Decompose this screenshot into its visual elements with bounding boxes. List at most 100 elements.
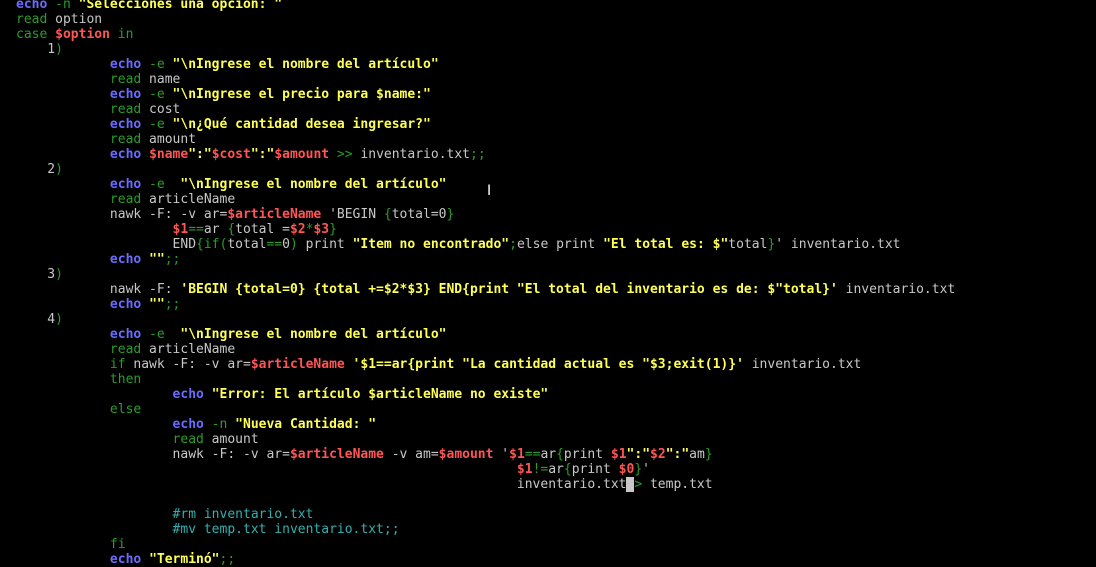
code-token: -e <box>141 117 173 132</box>
code-token: } <box>704 447 713 462</box>
code-token: #rm inventario.txt <box>172 507 314 522</box>
code-line[interactable]: $1!=ar{print $0}' <box>16 462 955 477</box>
code-editor[interactable]: echo -n "Selecciones una opción: " read o… <box>16 0 955 567</box>
code-token: ar <box>548 462 564 477</box>
code-token: read <box>109 342 142 357</box>
code-token: print <box>297 237 353 252</box>
code-line[interactable]: read cost <box>16 102 955 117</box>
code-token: if <box>203 237 220 252</box>
code-line[interactable]: nawk -F: -v ar=$articleName -v am=$amoun… <box>16 447 955 462</box>
code-token: $3 <box>313 222 330 237</box>
code-line[interactable]: 2) <box>16 162 955 177</box>
code-line[interactable]: echo $name":"$cost":"$amount >> inventar… <box>16 147 955 162</box>
code-line[interactable]: if nawk -F: -v ar=$articleName '$1==ar{p… <box>16 357 955 372</box>
code-line[interactable] <box>16 492 955 507</box>
code-line[interactable]: echo "Error: El artículo $articleName no… <box>16 387 955 402</box>
code-line[interactable]: read articleName <box>16 342 955 357</box>
code-token: echo <box>172 417 204 432</box>
code-token: articleName <box>141 342 236 357</box>
code-line[interactable]: inventario.txt > temp.txt <box>16 477 955 492</box>
code-token: inventario.txt <box>837 282 956 297</box>
code-token: else print <box>516 237 604 252</box>
code-token: } <box>329 222 337 237</box>
code-token: read <box>16 12 48 27</box>
code-token: $option <box>55 27 110 42</box>
code-token: option <box>47 12 103 27</box>
code-line[interactable]: read amount <box>16 432 955 447</box>
code-line[interactable]: echo -e "\nIngrese el precio para $name:… <box>16 87 955 102</box>
code-token: "" <box>149 297 165 312</box>
code-token: ) <box>55 267 63 282</box>
code-token: "\nIngrese el nombre del artículo" <box>180 177 447 192</box>
code-token: total <box>227 237 267 252</box>
code-token: 2 <box>16 162 56 177</box>
code-line[interactable]: #mv temp.txt inventario.txt;; <box>16 522 955 537</box>
code-token: ar <box>540 447 557 462</box>
code-line[interactable]: echo -e "\nIngrese el nombre del artícul… <box>16 177 955 192</box>
code-token: print <box>571 462 619 477</box>
code-line[interactable]: nawk -F: 'BEGIN {total=0} {total +=$2*$3… <box>16 282 955 297</box>
code-token: $articleName <box>227 207 322 222</box>
code-line[interactable]: echo -n "Selecciones una opción: " <box>16 0 955 12</box>
code-token: -n <box>203 417 236 432</box>
code-line[interactable]: 3) <box>16 267 955 282</box>
code-token: ;; <box>164 252 181 267</box>
code-line[interactable]: END{if(total==0) print "Item no encontra… <box>16 237 955 252</box>
code-line[interactable]: echo -n "Nueva Cantidad: " <box>16 417 955 432</box>
code-line[interactable]: else <box>16 402 955 417</box>
code-token: echo <box>109 297 150 312</box>
code-token: read <box>109 102 142 117</box>
code-line[interactable]: 4) <box>16 312 955 327</box>
code-token: 4 <box>16 312 56 327</box>
code-token: amount <box>141 132 197 147</box>
code-token: echo <box>109 552 150 567</box>
code-token: in <box>109 27 134 42</box>
code-token: { <box>563 462 572 477</box>
code-token: > <box>634 477 650 492</box>
code-line[interactable]: fi <box>16 537 955 552</box>
code-token: #mv temp.txt inventario.txt;; <box>172 522 400 537</box>
code-line[interactable]: echo -e "\nIngrese el nombre del artícul… <box>16 327 955 342</box>
code-token: am <box>689 447 705 462</box>
code-token: "Error: El artículo $articleName no exis… <box>211 387 549 402</box>
code-token: case <box>16 27 56 42</box>
code-line[interactable]: echo "Terminó";; <box>16 552 955 567</box>
code-line[interactable]: echo -e "\n¿Qué cantidad desea ingresar?… <box>16 117 955 132</box>
code-token: == <box>188 222 204 237</box>
code-token: END <box>172 237 197 252</box>
code-token: $cost <box>211 147 251 162</box>
code-line[interactable]: $1==ar {total =$2*$3} <box>16 222 955 237</box>
code-line[interactable]: read articleName <box>16 192 955 207</box>
code-line[interactable]: read name <box>16 72 955 87</box>
text-cursor-ibeam-icon: I <box>487 183 492 199</box>
code-line[interactable]: echo "";; <box>16 252 955 267</box>
code-line[interactable]: case $option in <box>16 27 955 42</box>
code-line[interactable]: echo -e "\nIngrese el nombre del artícul… <box>16 57 955 72</box>
code-token: -e <box>141 177 181 192</box>
code-token: } <box>634 462 643 477</box>
code-line[interactable]: echo "";; <box>16 297 955 312</box>
code-token: echo <box>16 0 48 12</box>
code-line[interactable]: read option <box>16 12 955 27</box>
code-token: articleName <box>141 192 236 207</box>
code-token: inventario.txt <box>516 477 627 492</box>
code-line[interactable]: read amount <box>16 132 955 147</box>
code-token: $articleName <box>250 357 345 372</box>
code-token: { <box>196 237 204 252</box>
code-line[interactable]: nawk -F: -v ar=$articleName 'BEGIN {tota… <box>16 207 955 222</box>
code-token: $1 <box>509 447 525 462</box>
code-line[interactable]: 1) <box>16 42 955 57</box>
code-token: echo <box>109 87 142 102</box>
code-token: -e <box>141 87 173 102</box>
code-line[interactable]: #rm inventario.txt <box>16 507 955 522</box>
code-line[interactable]: then <box>16 372 955 387</box>
code-token: $amount <box>438 447 494 462</box>
code-token: nawk -F: <box>109 282 181 297</box>
code-token: fi <box>109 537 126 552</box>
